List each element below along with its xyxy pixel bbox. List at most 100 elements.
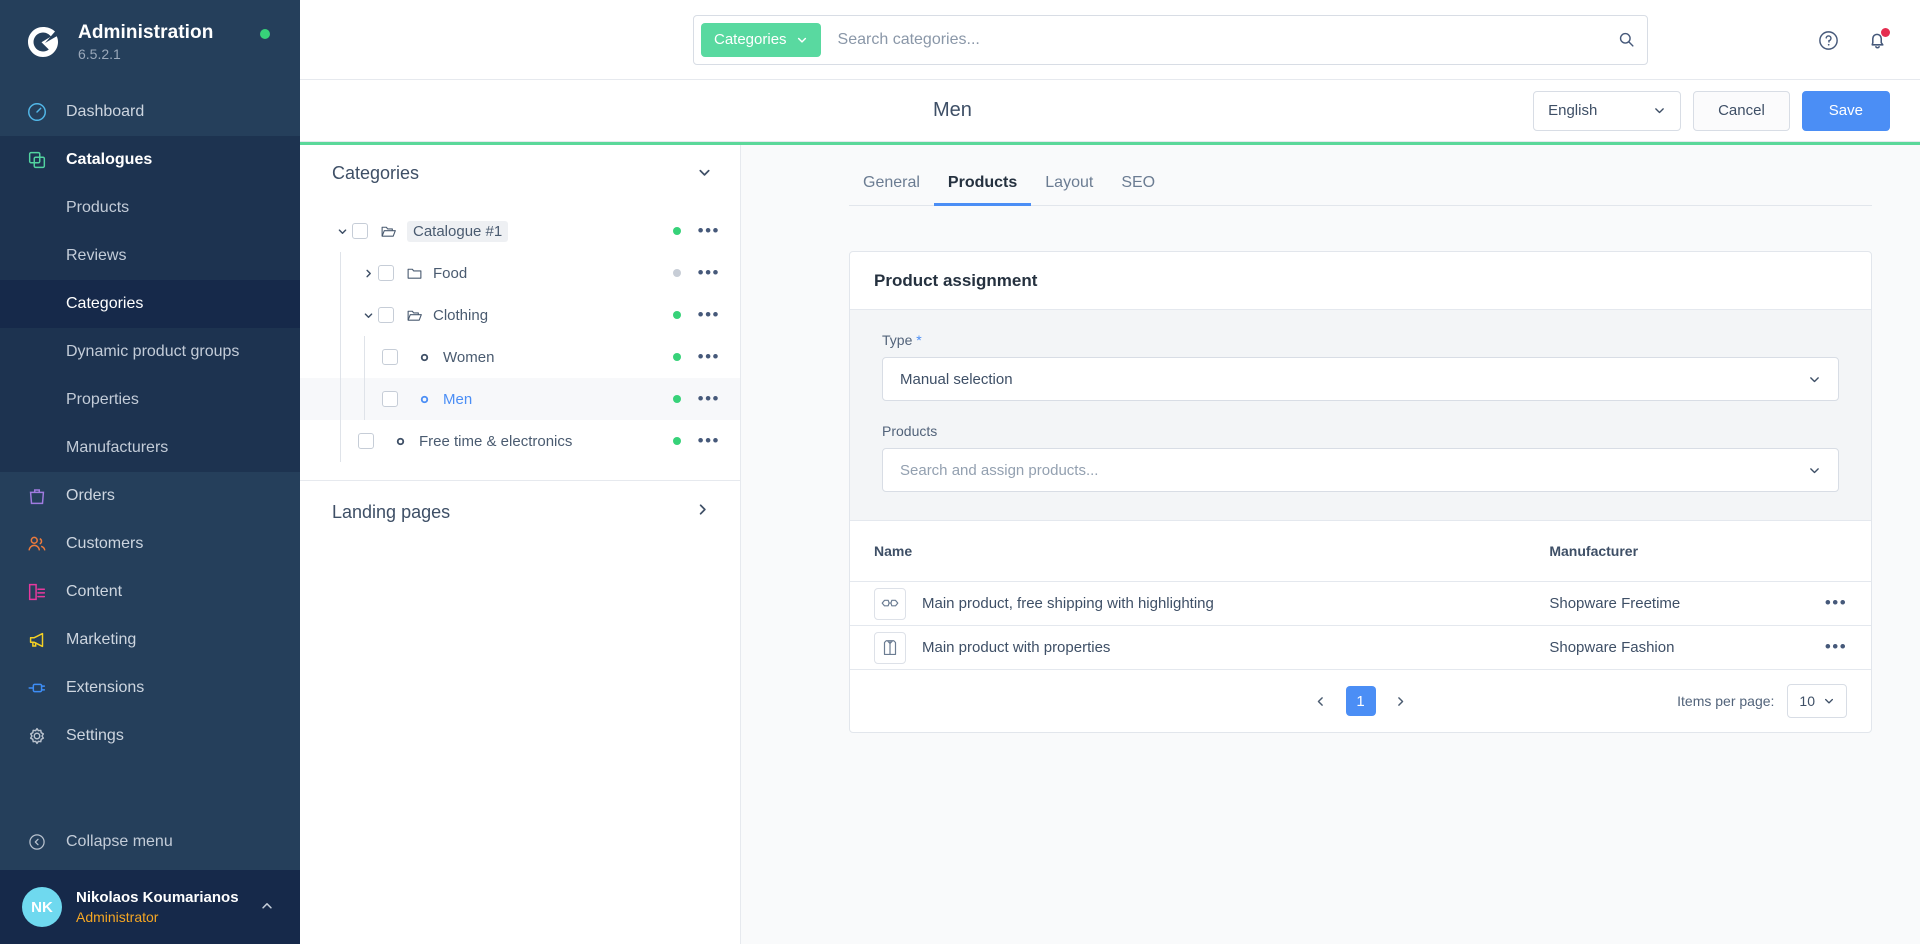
tree-row-status-dot xyxy=(672,353,681,361)
chevron-right-icon[interactable] xyxy=(358,263,378,283)
tree-row-checkbox[interactable] xyxy=(382,349,398,365)
categories-section-header[interactable]: Categories xyxy=(300,145,740,202)
items-per-page-select[interactable]: 10 xyxy=(1787,684,1847,718)
tree-row-checkbox[interactable] xyxy=(378,265,394,281)
row-context-menu[interactable]: ••• xyxy=(1825,637,1847,656)
sidebar-item-customers[interactable]: Customers xyxy=(0,520,300,568)
collapse-menu-button[interactable]: Collapse menu xyxy=(0,814,300,870)
save-button[interactable]: Save xyxy=(1801,90,1890,131)
tree-row-status-dot xyxy=(672,227,681,235)
column-header-name: Name xyxy=(850,521,1550,582)
tree-row[interactable]: Women ••• xyxy=(300,336,740,378)
sidebar-item-content[interactable]: Content xyxy=(0,568,300,616)
tree-row-context-menu[interactable]: ••• xyxy=(698,432,720,449)
topbar: Categories xyxy=(300,0,1920,80)
collapse-menu-label: Collapse menu xyxy=(66,833,173,850)
tree-row-context-menu[interactable]: ••• xyxy=(698,264,720,281)
sidebar-nav: Dashboard Catalogues Products Reviews Ca… xyxy=(0,84,300,814)
tree-row[interactable]: Food ••• xyxy=(300,252,740,294)
sidebar-item-label: Settings xyxy=(66,727,124,744)
brand-title: Administration xyxy=(78,21,214,43)
tree-row[interactable]: Free time & electronics ••• xyxy=(300,420,740,462)
main-area: Categories Search categories... Men Engl… xyxy=(300,0,1920,944)
table-row[interactable]: Main product, free shipping with highlig… xyxy=(850,581,1871,626)
sidebar-item-reviews[interactable]: Reviews xyxy=(0,232,300,280)
avatar: NK xyxy=(22,887,62,927)
tree-row-label: Clothing xyxy=(433,306,489,324)
tree-row-context-menu[interactable]: ••• xyxy=(698,390,720,407)
previous-page-button[interactable] xyxy=(1306,686,1336,716)
cancel-button[interactable]: Cancel xyxy=(1693,90,1790,131)
user-profile[interactable]: NK Nikolaos Koumarianos Administrator xyxy=(0,870,300,944)
sidebar-item-label: Manufacturers xyxy=(66,439,169,456)
tree-row[interactable]: Clothing ••• xyxy=(300,294,740,336)
tree-row-men[interactable]: Men ••• xyxy=(300,378,740,420)
products-search-select[interactable]: Search and assign products... xyxy=(882,448,1839,492)
tree-row[interactable]: Catalogue #1 ••• xyxy=(300,210,740,252)
card-title: Product assignment xyxy=(850,252,1871,310)
sidebar-item-label: Orders xyxy=(66,487,115,504)
user-role: Administrator xyxy=(76,908,159,925)
sidebar-item-label: Dashboard xyxy=(66,103,145,120)
sidebar-item-label: Marketing xyxy=(66,631,137,648)
user-name: Nikolaos Koumarianos xyxy=(76,888,239,906)
search-icon[interactable] xyxy=(1613,27,1639,53)
chevron-down-icon[interactable] xyxy=(697,165,712,183)
sidebar-item-catalogues[interactable]: Catalogues xyxy=(0,136,300,184)
tree-row-checkbox[interactable] xyxy=(358,433,374,449)
tree-row-label: Free time & electronics xyxy=(419,432,573,450)
tree-row-checkbox[interactable] xyxy=(352,223,368,239)
status-indicator-dot xyxy=(260,29,270,39)
next-page-button[interactable] xyxy=(1386,686,1416,716)
tree-row-checkbox[interactable] xyxy=(378,307,394,323)
collapse-left-icon xyxy=(24,829,50,855)
notifications-bell-icon[interactable] xyxy=(1864,27,1890,53)
folder-closed-icon xyxy=(404,263,424,283)
chevron-right-icon[interactable] xyxy=(695,502,710,522)
language-select-value: English xyxy=(1548,102,1598,119)
sidebar-brand[interactable]: Administration 6.5.2.1 xyxy=(0,0,300,84)
language-select[interactable]: English xyxy=(1533,90,1682,131)
sidebar-item-manufacturers[interactable]: Manufacturers xyxy=(0,424,300,472)
search-input[interactable] xyxy=(820,16,1613,63)
chevron-down-icon[interactable] xyxy=(358,305,378,325)
chevron-up-icon[interactable] xyxy=(260,899,274,916)
items-per-page-label: Items per page: xyxy=(1677,693,1775,709)
search-scope-selector[interactable]: Categories xyxy=(701,22,821,57)
sidebar-item-categories[interactable]: Categories xyxy=(0,280,300,328)
sidebar-item-dashboard[interactable]: Dashboard xyxy=(0,88,300,136)
table-row[interactable]: Main product with properties Shopware Fa… xyxy=(850,625,1871,670)
product-manufacturer: Shopware Fashion xyxy=(1549,638,1675,656)
sidebar-item-extensions[interactable]: Extensions xyxy=(0,664,300,712)
sidebar-item-settings[interactable]: Settings xyxy=(0,712,300,760)
type-select[interactable]: Manual selection xyxy=(882,357,1839,401)
tree-row-context-menu[interactable]: ••• xyxy=(698,222,720,239)
megaphone-icon xyxy=(24,627,50,653)
sidebar-item-label: Content xyxy=(66,583,123,600)
tab-products[interactable]: Products xyxy=(933,174,1032,206)
tree-row-checkbox[interactable] xyxy=(382,391,398,407)
bag-icon xyxy=(24,483,50,509)
help-icon[interactable] xyxy=(1815,27,1841,53)
sidebar-item-label: Catalogues xyxy=(66,151,153,168)
global-search-bar[interactable]: Categories xyxy=(693,14,1648,65)
tab-layout[interactable]: Layout xyxy=(1031,174,1107,205)
tree-row-context-menu[interactable]: ••• xyxy=(698,306,720,323)
sidebar-item-products[interactable]: Products xyxy=(0,184,300,232)
chevron-down-icon[interactable] xyxy=(332,221,352,241)
landing-pages-section-header[interactable]: Landing pages xyxy=(300,481,740,543)
sidebar-item-marketing[interactable]: Marketing xyxy=(0,616,300,664)
sidebar-footer: Collapse menu NK Nikolaos Koumarianos Ad… xyxy=(0,814,300,944)
tree-row-context-menu[interactable]: ••• xyxy=(698,348,720,365)
catalogues-subnav: Products Reviews Categories Dynamic prod… xyxy=(0,184,300,472)
sidebar-item-dynamic-product-groups[interactable]: Dynamic product groups xyxy=(0,328,300,376)
page-number-button[interactable]: 1 xyxy=(1345,686,1376,716)
sidebar-item-orders[interactable]: Orders xyxy=(0,472,300,520)
tab-general[interactable]: General xyxy=(849,174,934,205)
sidebar-item-properties[interactable]: Properties xyxy=(0,376,300,424)
chevron-down-icon xyxy=(1824,698,1834,704)
product-assignment-card: Product assignment Type * Manual selecti… xyxy=(849,251,1872,733)
tab-seo[interactable]: SEO xyxy=(1107,174,1169,205)
type-label-text: Type xyxy=(882,332,913,348)
row-context-menu[interactable]: ••• xyxy=(1825,593,1847,612)
